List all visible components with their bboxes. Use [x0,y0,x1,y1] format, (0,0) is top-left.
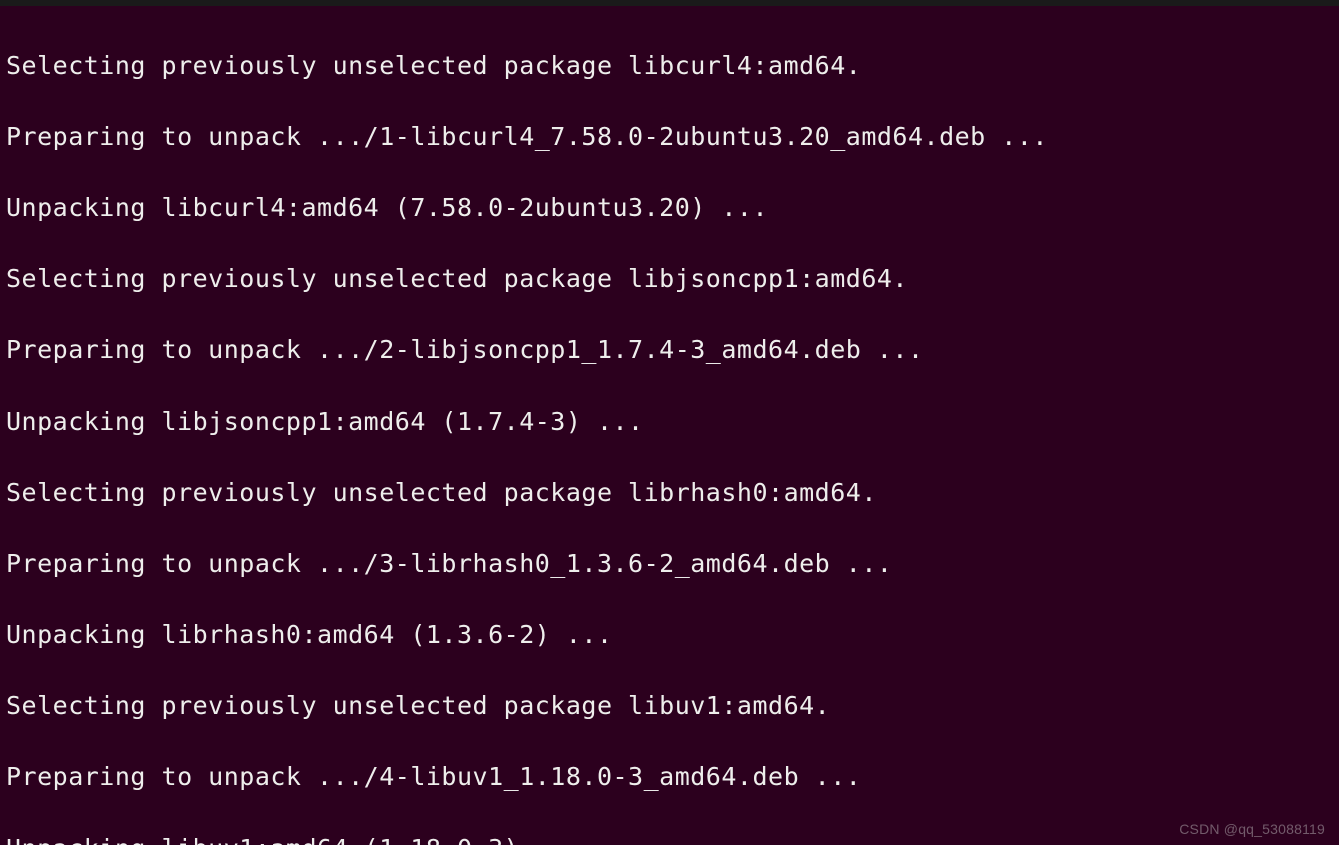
terminal-line: Unpacking libcurl4:amd64 (7.58.0-2ubuntu… [6,190,1333,226]
terminal-line: Unpacking libuv1:amd64 (1.18.0-3) ... [6,831,1333,845]
terminal-line: Preparing to unpack .../4-libuv1_1.18.0-… [6,759,1333,795]
terminal-line: Unpacking libjsoncpp1:amd64 (1.7.4-3) ..… [6,404,1333,440]
terminal-output[interactable]: Selecting previously unselected package … [0,6,1339,845]
terminal-line: Preparing to unpack .../1-libcurl4_7.58.… [6,119,1333,155]
watermark: CSDN @qq_53088119 [1179,821,1325,837]
terminal-line: Unpacking librhash0:amd64 (1.3.6-2) ... [6,617,1333,653]
terminal-line: Selecting previously unselected package … [6,475,1333,511]
terminal-line: Preparing to unpack .../2-libjsoncpp1_1.… [6,332,1333,368]
terminal-line: Preparing to unpack .../3-librhash0_1.3.… [6,546,1333,582]
terminal-line: Selecting previously unselected package … [6,261,1333,297]
terminal-line: Selecting previously unselected package … [6,48,1333,84]
terminal-line: Selecting previously unselected package … [6,688,1333,724]
